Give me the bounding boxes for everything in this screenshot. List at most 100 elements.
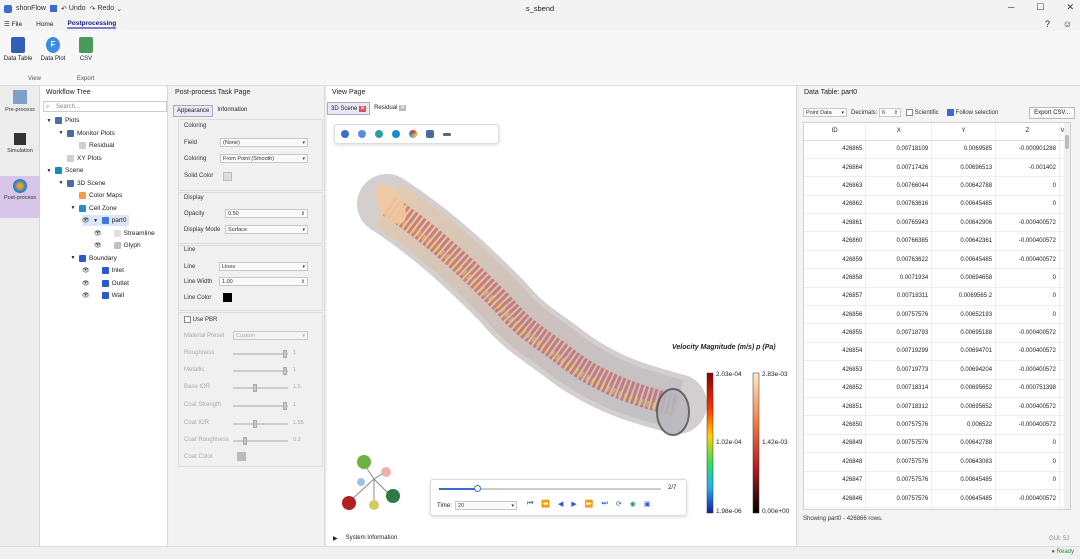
- table-cell[interactable]: 0.00766044: [865, 176, 933, 196]
- first-frame-icon[interactable]: ⏮: [527, 500, 533, 508]
- table-cell[interactable]: 0.00694701: [931, 342, 997, 362]
- slider-handle[interactable]: [283, 367, 287, 375]
- table-cell[interactable]: 0.0069565 2: [931, 287, 997, 307]
- table-row[interactable]: 426863 0.00766044 0.00642788 0: [804, 176, 1067, 196]
- solid-color-swatch[interactable]: [223, 172, 232, 181]
- line-color-swatch[interactable]: [223, 293, 232, 302]
- smiley-icon[interactable]: ☺: [1063, 19, 1072, 29]
- table-cell[interactable]: 0.00719773: [865, 360, 933, 380]
- table-cell[interactable]: 0.00718314: [865, 379, 933, 398]
- table-cell[interactable]: 0: [995, 268, 1060, 288]
- table-cell[interactable]: 0: [995, 195, 1060, 215]
- decimals-spinbox[interactable]: 6 ⇕: [879, 108, 901, 117]
- table-cell[interactable]: 426861: [804, 213, 867, 233]
- table-cell[interactable]: 0.00718793: [865, 323, 933, 343]
- table-cell[interactable]: -0.000400572: [995, 250, 1060, 270]
- table-cell[interactable]: 0.00695652: [931, 397, 997, 417]
- export-video-icon[interactable]: ▣: [644, 500, 651, 508]
- table-row[interactable]: 426856 0.00757576 0.00652193 0: [804, 305, 1067, 325]
- table-cell[interactable]: 0.00652193: [931, 305, 997, 325]
- table-cell[interactable]: 426851: [804, 397, 867, 417]
- table-cell[interactable]: 426855: [804, 323, 867, 343]
- use-pbr-checkbox[interactable]: Use PBR: [184, 316, 217, 323]
- slider-handle[interactable]: [283, 350, 287, 358]
- table-cell[interactable]: -0.000400572: [995, 342, 1060, 362]
- roughness-slider[interactable]: [233, 350, 288, 358]
- tree-item-part0[interactable]: 👁︎ ▼ part0: [82, 215, 130, 226]
- tree-item-3d-scene[interactable]: ▼ 3D Scene: [58, 178, 106, 189]
- table-cell[interactable]: 0.00766385: [865, 231, 933, 251]
- table-row[interactable]: 426857 0.00718311 0.0069565 20: [804, 287, 1067, 307]
- table-cell[interactable]: 0.00643083: [931, 452, 997, 472]
- visibility-eye-icon[interactable]: 👁︎: [82, 292, 90, 299]
- table-row[interactable]: 426846 0.00757576 0.00645485 -0.000400572: [804, 489, 1067, 509]
- table-cell[interactable]: 0.00645485: [931, 195, 997, 215]
- save-icon[interactable]: [49, 5, 57, 12]
- base-ior-slider[interactable]: [233, 384, 288, 392]
- 3d-viewport[interactable]: [327, 86, 797, 531]
- column-header[interactable]: Y: [931, 123, 997, 141]
- scientific-checkbox[interactable]: Scientific: [906, 109, 939, 116]
- display-mode-select[interactable]: Surface ▾: [225, 225, 308, 234]
- table-cell[interactable]: -0.000400572: [995, 360, 1060, 380]
- help-icon[interactable]: ?: [1045, 19, 1050, 29]
- system-information-bar[interactable]: ▶ System Information: [327, 531, 797, 545]
- table-cell[interactable]: 0.00718109: [865, 140, 933, 159]
- table-row[interactable]: 426854 0.00719299 0.00694701 -0.000400572: [804, 342, 1067, 362]
- table-cell[interactable]: 0.00695652: [931, 379, 997, 398]
- fast-forward-icon[interactable]: ⏩: [585, 500, 594, 508]
- loop-icon[interactable]: ⟳: [616, 500, 622, 508]
- column-header[interactable]: X: [865, 123, 933, 141]
- table-cell[interactable]: -0.000751398: [995, 379, 1060, 398]
- table-cell[interactable]: 0.0069585: [931, 140, 997, 159]
- slider-handle[interactable]: [283, 402, 287, 410]
- table-cell[interactable]: 426865: [804, 140, 867, 159]
- ruler-icon[interactable]: [443, 132, 451, 136]
- line-width-spinbox[interactable]: 1.00 ⇕: [219, 277, 308, 286]
- tree-item-outlet[interactable]: 👁︎ Outlet: [82, 278, 129, 289]
- table-row[interactable]: 426865 0.00718109 0.0069585 -0.000901288: [804, 140, 1067, 159]
- table-cell[interactable]: -0.000400572: [995, 323, 1060, 343]
- tree-item-streamline[interactable]: 👁︎ Streamline: [94, 228, 155, 239]
- maximize-icon[interactable]: ☐: [1036, 2, 1044, 13]
- table-row[interactable]: 426862 0.00763616 0.00645485 0: [804, 195, 1067, 215]
- pin-icon[interactable]: [392, 130, 400, 138]
- table-row[interactable]: 426853 0.00719773 0.00694204 -0.000400572: [804, 360, 1067, 380]
- csv-button[interactable]: CSV: [71, 37, 101, 62]
- expand-triangle-icon[interactable]: ▼: [70, 255, 76, 261]
- table-cell[interactable]: 426859: [804, 250, 867, 270]
- tab-information[interactable]: Information: [214, 105, 250, 117]
- zoom-icon[interactable]: [358, 130, 366, 138]
- table-cell[interactable]: 0.00695188: [931, 323, 997, 343]
- undo-button[interactable]: ↶ Undo: [61, 5, 86, 13]
- tree-item-wall[interactable]: 👁︎ Wall: [82, 290, 124, 301]
- tree-search-input[interactable]: ⌕ Search...: [43, 101, 167, 112]
- data-table[interactable]: ID X Y Z V 426865 0.00718109 0.0069585 -0.00090…: [803, 122, 1071, 510]
- table-cell[interactable]: 426864: [804, 158, 867, 178]
- time-select[interactable]: 20 ▾: [455, 501, 517, 510]
- table-cell[interactable]: 426848: [804, 452, 867, 472]
- table-cell[interactable]: 0.00757576: [865, 415, 933, 435]
- table-row[interactable]: 426849 0.00757576 0.00642788 0: [804, 434, 1067, 454]
- camera-view-icon[interactable]: [341, 130, 349, 138]
- table-cell[interactable]: 0.00757576: [865, 305, 933, 325]
- play-icon[interactable]: ▶: [571, 500, 576, 508]
- filter-icon[interactable]: [375, 130, 383, 138]
- follow-selection-checkbox[interactable]: Follow selection: [947, 109, 998, 116]
- table-row[interactable]: 426851 0.00718312 0.00695652 -0.000400572: [804, 397, 1067, 417]
- data-plot-button[interactable]: F Data Plot: [38, 37, 68, 62]
- visibility-eye-icon[interactable]: 👁︎: [94, 242, 102, 249]
- nav-postprocess[interactable]: Post-process: [0, 176, 40, 218]
- view-orientation-triad[interactable]: [342, 455, 400, 510]
- table-cell[interactable]: 0: [995, 471, 1060, 490]
- expand-triangle-icon[interactable]: ▼: [58, 180, 64, 186]
- table-cell[interactable]: 0.00642788: [931, 176, 997, 196]
- table-cell[interactable]: 0.00718312: [865, 397, 933, 417]
- tree-item-boundary[interactable]: ▼ Boundary: [70, 253, 117, 264]
- tree-item-monitor-plots[interactable]: ▼ Monitor Plots: [58, 128, 115, 139]
- data-source-select[interactable]: Point Data ▾: [803, 108, 847, 117]
- table-cell[interactable]: 0.00642788: [931, 434, 997, 454]
- minimize-icon[interactable]: ─: [1008, 2, 1014, 13]
- table-cell[interactable]: 0: [995, 452, 1060, 472]
- coat-roughness-slider[interactable]: [233, 437, 288, 445]
